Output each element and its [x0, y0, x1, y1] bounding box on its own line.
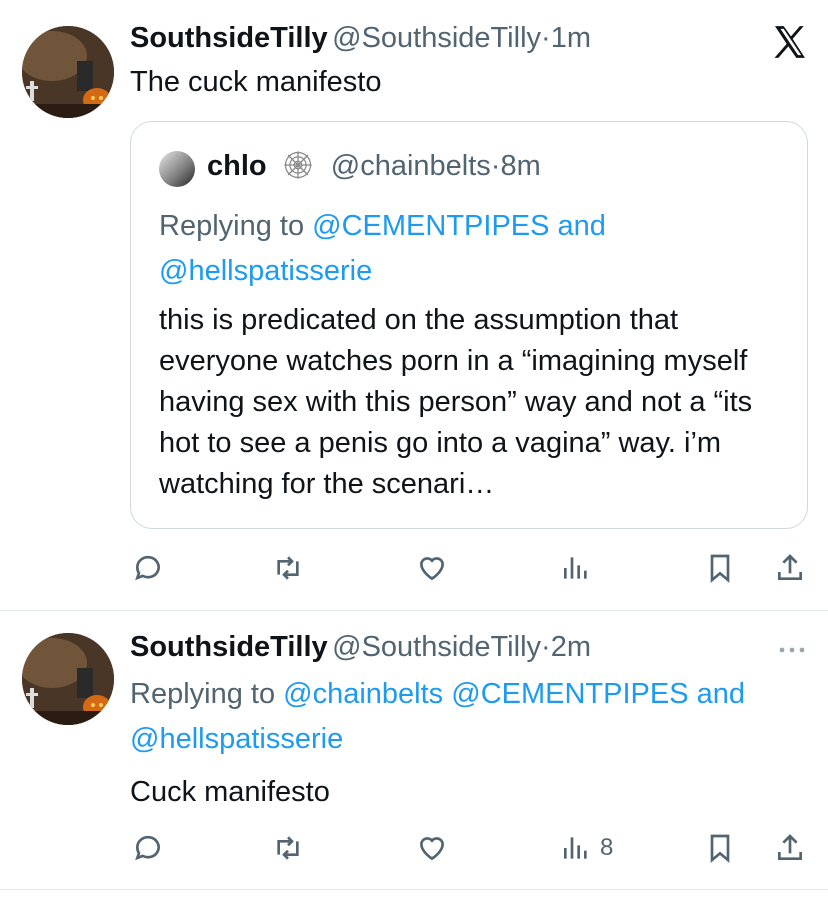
share-button[interactable]	[774, 548, 806, 588]
reply-icon	[135, 835, 160, 861]
avatar-image	[22, 26, 114, 118]
retweet-button[interactable]	[272, 828, 304, 868]
bookmark-icon	[710, 554, 730, 583]
divider	[0, 889, 828, 890]
quoted-replying-to: Replying to @CEMENTPIPES and @hellspatis…	[159, 204, 779, 294]
reply-button[interactable]	[132, 548, 164, 588]
reply-button[interactable]	[132, 828, 164, 868]
bookmark-icon	[710, 834, 730, 863]
quoted-header: chlo @chainbelts·8m	[207, 150, 541, 183]
like-button[interactable]	[416, 828, 448, 868]
quoted-tweet[interactable]: chlo @chainbelts·8m Replying to @CEMENTP…	[130, 121, 808, 529]
share-icon	[778, 554, 802, 580]
separator-dot: ·	[490, 150, 501, 182]
reply-icon	[135, 555, 160, 581]
quoted-handle: @chainbelts	[330, 150, 491, 182]
mention-link[interactable]: @CEMENTPIPES	[312, 210, 549, 242]
avatar[interactable]	[22, 633, 114, 725]
retweet-button[interactable]	[272, 548, 304, 588]
share-button[interactable]	[774, 828, 806, 868]
tweet-header: SouthsideTilly @SouthsideTilly·2m	[130, 631, 591, 664]
views-icon	[564, 837, 587, 859]
display-name[interactable]: SouthsideTilly	[130, 22, 328, 54]
user-handle[interactable]: @SouthsideTilly	[332, 631, 541, 663]
tweet-text: Cuck manifesto	[130, 776, 330, 808]
quoted-timestamp: 8m	[500, 150, 541, 182]
views-button[interactable]	[560, 548, 592, 588]
mention-link[interactable]: @hellspatisserie	[159, 255, 372, 287]
mention-link[interactable]: @CEMENTPIPES	[451, 678, 688, 710]
tweet-text: The cuck manifesto	[130, 66, 382, 98]
replying-to: Replying to @chainbelts @CEMENTPIPES and…	[130, 672, 810, 762]
action-bar: 8	[130, 828, 810, 868]
action-bar	[130, 548, 810, 588]
quoted-avatar	[159, 151, 195, 187]
bookmark-button[interactable]	[704, 828, 736, 868]
user-handle[interactable]: @SouthsideTilly	[332, 22, 541, 54]
views-button[interactable]: 8	[560, 828, 613, 868]
spiderweb-icon	[283, 151, 312, 179]
avatar[interactable]	[22, 26, 114, 118]
replying-and: and	[688, 678, 746, 710]
share-icon	[778, 834, 802, 860]
mention-link[interactable]: @hellspatisserie	[130, 723, 343, 755]
views-icon	[564, 557, 587, 579]
more-icon[interactable]	[776, 640, 808, 660]
timestamp[interactable]: 2m	[551, 631, 591, 663]
replying-and: and	[549, 210, 606, 242]
views-count: 8	[600, 834, 614, 861]
like-icon	[419, 557, 445, 581]
display-name[interactable]: SouthsideTilly	[130, 631, 328, 663]
like-button[interactable]	[416, 548, 448, 588]
retweet-icon	[277, 836, 299, 860]
tweet-header: SouthsideTilly @SouthsideTilly·1m	[130, 22, 591, 55]
separator-dot: ·	[541, 22, 551, 54]
separator-dot: ·	[541, 631, 551, 663]
replying-prefix: Replying to	[130, 678, 284, 710]
replying-prefix: Replying to	[159, 210, 313, 242]
retweet-icon	[277, 556, 299, 580]
avatar-image	[22, 633, 114, 725]
timestamp[interactable]: 1m	[551, 22, 591, 54]
like-icon	[419, 837, 445, 861]
tweet-1[interactable]: SouthsideTilly @SouthsideTilly·1m The cu…	[0, 0, 828, 610]
bookmark-button[interactable]	[704, 548, 736, 588]
quoted-text: this is predicated on the assumption tha…	[159, 304, 753, 500]
tweet-2[interactable]: SouthsideTilly @SouthsideTilly·2m Replyi…	[0, 611, 828, 891]
quoted-display-name: chlo	[207, 150, 267, 182]
mention-link[interactable]: @chainbelts	[283, 678, 443, 710]
